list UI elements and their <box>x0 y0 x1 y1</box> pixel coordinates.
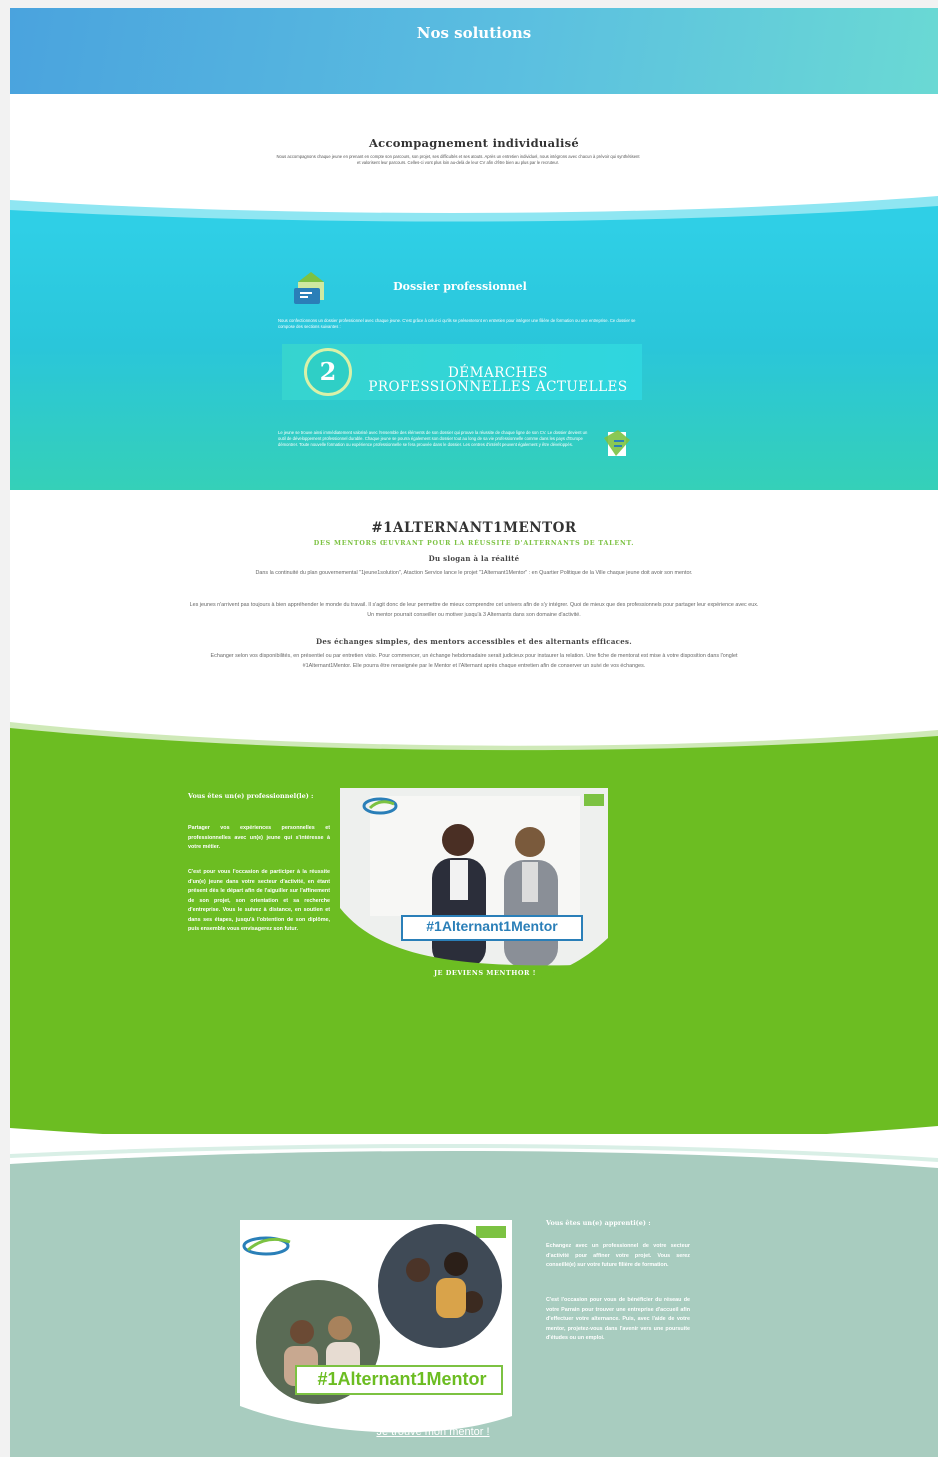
individualise-title: Accompagnement individualisé <box>368 136 580 150</box>
devenir-mentor-link[interactable]: JE DEVIENS MENTHOR ! <box>340 969 630 977</box>
alternant-paragraph-1: Dans la continuité du plan gouvernementa… <box>255 570 693 576</box>
dossier-title: Dossier professionnel <box>393 280 527 293</box>
page: Nos solutions Accompagnement individuali… <box>10 8 938 1457</box>
demarches-number: 2 <box>304 348 352 396</box>
apprenti-paragraph-1: Echangez avec un professionnel de votre … <box>546 1243 690 1268</box>
individualise-text: Nous accompagnons chaque jeune en prenan… <box>276 154 640 165</box>
mentor-photo <box>340 788 608 978</box>
alternant-heading-1: Du slogan à la réalité <box>428 554 520 563</box>
professionnel-paragraph-2: C'est pour vous l'occasion de participer… <box>188 869 330 932</box>
alternant-heading-2: Des échanges simples, des mentors access… <box>316 637 632 646</box>
professionnel-paragraph-1: Partager vos expériences personnelles et… <box>188 825 330 850</box>
alternant-title: #1ALTERNANT1MENTOR <box>371 520 577 536</box>
alternant-paragraph-3: Echanger selon vos disponibilités, en pr… <box>210 653 738 669</box>
trouver-mentor-link[interactable]: Je trouve mon mentor ! <box>338 1426 528 1438</box>
alternant-subtitle: DES MENTORS ŒUVRANT POUR LA RÉUSSITE D'A… <box>313 540 635 547</box>
apprenti-photo <box>240 1220 512 1445</box>
demarches-label: DÉMARCHES PROFESSIONNELLES ACTUELLES <box>368 365 628 395</box>
apprenti-paragraph-2: C'est l'occasion pour vous de bénéficier… <box>546 1297 690 1341</box>
folder-icon <box>294 272 324 304</box>
mentor-photo-hashtag: #1Alternant1Mentor <box>426 918 558 934</box>
apprenti-photo-hashtag: #1Alternant1Mentor <box>317 1369 487 1389</box>
teal-wave <box>10 196 938 232</box>
professionnel-heading: Vous êtes un(e) professionnel(le) : <box>188 792 314 800</box>
page-title: Nos solutions <box>416 24 532 42</box>
document-icon <box>604 430 630 456</box>
dossier-text: Nous confectionnons un dossier professio… <box>278 318 636 329</box>
green-wave-top <box>10 722 938 758</box>
apprenti-heading: Vous êtes un(e) apprenti(e) : <box>546 1219 651 1227</box>
alternant-paragraph-2: Les jeunes n'arrivent pas toujours à bie… <box>189 602 759 618</box>
dossier-text-2: Le jeune se trouve ainsi immédiatement v… <box>278 430 588 447</box>
demarches-banner: 2 DÉMARCHES PROFESSIONNELLES ACTUELLES <box>282 344 642 400</box>
hero-banner: Nos solutions <box>10 8 938 94</box>
